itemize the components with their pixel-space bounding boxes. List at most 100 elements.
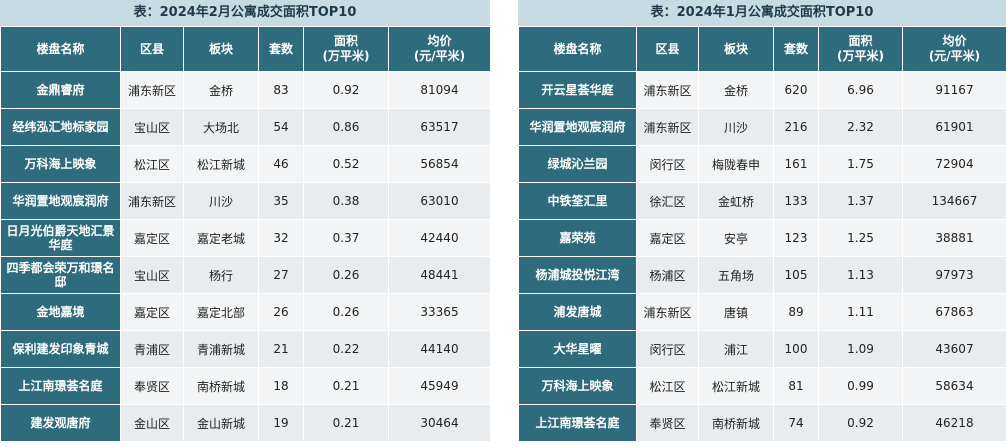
district-cell: 嘉定区 — [636, 219, 699, 257]
price-cell: 46218 — [902, 404, 1006, 442]
area-cell: 0.37 — [303, 219, 389, 257]
block-cell: 梅陇春申 — [698, 145, 774, 183]
price-cell: 38881 — [902, 219, 1006, 257]
price-cell: 42440 — [388, 219, 491, 257]
area-cell: 0.22 — [303, 330, 389, 368]
units-cell: 83 — [258, 71, 304, 109]
price-cell: 56854 — [388, 145, 491, 183]
units-cell: 216 — [773, 108, 819, 146]
table-row: 上江南璟荟名庭 奉贤区 南桥新城 18 0.21 45949 — [0, 367, 491, 405]
name-cell: 华润置地观宸润府 — [518, 108, 637, 146]
name-cell: 杨浦城投悦江湾 — [518, 256, 637, 294]
header-row: 楼盘名称 区县 板块 套数 面积 (万平米) 均价 (元/平米) — [518, 26, 1006, 72]
units-cell: 74 — [773, 404, 819, 442]
block-cell: 唐镇 — [698, 293, 774, 331]
table-row: 开云星荟华庭 浦东新区 金桥 620 6.96 91167 — [518, 71, 1006, 109]
area-cell: 0.52 — [303, 145, 389, 183]
name-cell: 浦发唐城 — [518, 293, 637, 331]
units-cell: 133 — [773, 182, 819, 220]
price-cell: 72904 — [902, 145, 1006, 183]
district-cell: 宝山区 — [120, 256, 184, 294]
area-cell: 1.09 — [818, 330, 903, 368]
district-cell: 松江区 — [636, 367, 699, 405]
district-cell: 嘉定区 — [120, 219, 184, 257]
district-cell: 浦东新区 — [636, 293, 699, 331]
table-row: 大华星曜 闵行区 浦江 100 1.09 43607 — [518, 330, 1006, 368]
units-cell: 26 — [258, 293, 304, 331]
table-title: 表：2024年2月公寓成交面积TOP10 — [0, 0, 490, 26]
area-cell: 2.32 — [818, 108, 903, 146]
area-cell: 1.25 — [818, 219, 903, 257]
block-cell: 青浦新城 — [183, 330, 259, 368]
block-cell: 松江新城 — [698, 367, 774, 405]
header-units: 套数 — [258, 26, 304, 72]
units-cell: 54 — [258, 108, 304, 146]
name-cell: 大华星曜 — [518, 330, 637, 368]
table-row: 日月光伯爵天地汇景华庭 嘉定区 嘉定老城 32 0.37 42440 — [0, 219, 491, 257]
area-cell: 6.96 — [818, 71, 903, 109]
name-cell: 日月光伯爵天地汇景华庭 — [0, 219, 121, 257]
area-cell: 1.13 — [818, 256, 903, 294]
name-cell: 上江南璟荟名庭 — [518, 404, 637, 442]
header-price-line1: 均价 — [427, 34, 452, 48]
price-cell: 97973 — [902, 256, 1006, 294]
table-row: 万科海上映象 松江区 松江新城 46 0.52 56854 — [0, 145, 491, 183]
price-cell: 33365 — [388, 293, 491, 331]
name-cell: 开云星荟华庭 — [518, 71, 637, 109]
district-cell: 青浦区 — [120, 330, 184, 368]
units-cell: 19 — [258, 404, 304, 442]
header-area: 面积 (万平米) — [303, 26, 389, 72]
table-row: 浦发唐城 浦东新区 唐镇 89 1.11 67863 — [518, 293, 1006, 331]
table-row: 绿城沁兰园 闵行区 梅陇春申 161 1.75 72904 — [518, 145, 1006, 183]
price-cell: 43607 — [902, 330, 1006, 368]
area-cell: 0.86 — [303, 108, 389, 146]
block-cell: 金桥 — [698, 71, 774, 109]
header-name: 楼盘名称 — [0, 26, 121, 72]
name-cell: 金地嘉境 — [0, 293, 121, 331]
area-cell: 0.99 — [818, 367, 903, 405]
units-cell: 81 — [773, 367, 819, 405]
area-cell: 0.92 — [303, 71, 389, 109]
table-row: 经纬泓汇地标家园 宝山区 大场北 54 0.86 63517 — [0, 108, 491, 146]
table-row: 中铁筌汇里 徐汇区 金虹桥 133 1.37 134667 — [518, 182, 1006, 220]
district-cell: 金山区 — [120, 404, 184, 442]
price-cell: 134667 — [902, 182, 1006, 220]
block-cell: 川沙 — [698, 108, 774, 146]
header-price-line2: (元/平米) — [413, 49, 466, 63]
table-title: 表：2024年1月公寓成交面积TOP10 — [518, 0, 1006, 26]
page: 表：2024年2月公寓成交面积TOP10 楼盘名称 区县 板块 套数 面积 (万平… — [0, 0, 1006, 447]
name-cell: 嘉荣苑 — [518, 219, 637, 257]
table-row: 金鼎睿府 浦东新区 金桥 83 0.92 81094 — [0, 71, 491, 109]
price-cell: 45949 — [388, 367, 491, 405]
district-cell: 浦东新区 — [636, 71, 699, 109]
block-cell: 大场北 — [183, 108, 259, 146]
name-cell: 万科海上映象 — [518, 367, 637, 405]
price-cell: 91167 — [902, 71, 1006, 109]
price-cell: 30464 — [388, 404, 491, 442]
header-name: 楼盘名称 — [518, 26, 637, 72]
block-cell: 南桥新城 — [698, 404, 774, 442]
units-cell: 100 — [773, 330, 819, 368]
table-row: 上江南璟荟名庭 奉贤区 南桥新城 74 0.92 46218 — [518, 404, 1006, 442]
block-cell: 浦江 — [698, 330, 774, 368]
table-row: 华润置地观宸润府 浦东新区 川沙 35 0.38 63010 — [0, 182, 491, 220]
district-cell: 闵行区 — [636, 330, 699, 368]
units-cell: 18 — [258, 367, 304, 405]
district-cell: 浦东新区 — [636, 108, 699, 146]
block-cell: 金桥 — [183, 71, 259, 109]
table-row: 嘉荣苑 嘉定区 安亭 123 1.25 38881 — [518, 219, 1006, 257]
table-row: 华润置地观宸润府 浦东新区 川沙 216 2.32 61901 — [518, 108, 1006, 146]
january-table-panel: 表：2024年1月公寓成交面积TOP10 楼盘名称 区县 板块 套数 面积 (万平… — [518, 0, 1006, 442]
units-cell: 161 — [773, 145, 819, 183]
price-cell: 44140 — [388, 330, 491, 368]
header-area-line1: 面积 — [848, 34, 873, 48]
january-top10-table: 楼盘名称 区县 板块 套数 面积 (万平米) 均价 (元/平米) 开云星荟华庭 浦东新… — [518, 26, 1006, 442]
units-cell: 89 — [773, 293, 819, 331]
price-cell: 58634 — [902, 367, 1006, 405]
name-cell: 华润置地观宸润府 — [0, 182, 121, 220]
price-cell: 63010 — [388, 182, 491, 220]
units-cell: 620 — [773, 71, 819, 109]
header-units: 套数 — [773, 26, 819, 72]
name-cell: 绿城沁兰园 — [518, 145, 637, 183]
area-cell: 0.38 — [303, 182, 389, 220]
